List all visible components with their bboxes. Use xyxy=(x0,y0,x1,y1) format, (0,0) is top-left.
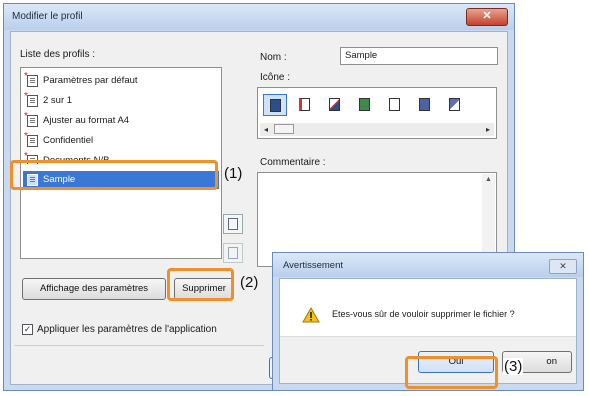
name-input[interactable]: Sample xyxy=(340,47,498,65)
move-down-button[interactable] xyxy=(223,243,243,263)
scroll-left-icon[interactable]: ◂ xyxy=(260,123,272,136)
dialog-title: Modifier le profil xyxy=(12,11,83,22)
icon-option[interactable] xyxy=(413,94,437,116)
highlight-step2 xyxy=(167,268,234,301)
document-icon xyxy=(27,115,38,127)
warning-icon xyxy=(302,307,320,323)
scroll-right-icon[interactable]: ▸ xyxy=(482,123,494,136)
profile-item-label: 2 sur 1 xyxy=(43,95,73,106)
move-up-icon xyxy=(228,218,238,230)
divider xyxy=(14,345,264,346)
show-settings-button[interactable]: Affichage des paramètres xyxy=(22,278,166,300)
highlight-step3 xyxy=(405,356,498,389)
profile-item-label: Paramètres par défaut xyxy=(43,75,138,86)
close-icon[interactable]: ✕ xyxy=(549,259,577,274)
document-icon xyxy=(27,95,38,107)
warning-title-bar[interactable]: Avertissement ✕ xyxy=(273,253,583,277)
profiles-label: Liste des profils : xyxy=(20,49,96,60)
callout-step2: (2) xyxy=(240,274,259,291)
warning-message: Etes-vous sûr de vouloir supprimer le fi… xyxy=(332,309,515,319)
icon-option-selected[interactable] xyxy=(263,94,287,116)
profile-item[interactable]: * Ajuster au format A4 xyxy=(23,112,219,130)
close-icon[interactable]: ✕ xyxy=(466,8,508,26)
icon-label: Icône : xyxy=(260,72,291,83)
callout-step1: (1) xyxy=(224,165,243,182)
profile-item[interactable]: * Paramètres par défaut xyxy=(23,72,219,90)
apply-settings-checkbox[interactable]: ✓ xyxy=(22,324,33,335)
document-icon xyxy=(27,135,38,147)
move-up-button[interactable] xyxy=(223,214,243,234)
icon-option[interactable] xyxy=(353,94,377,116)
comment-label: Commentaire : xyxy=(260,157,326,168)
document-icon xyxy=(27,75,38,87)
highlight-step1 xyxy=(10,160,218,190)
icon-scrollbar[interactable]: ◂ ▸ xyxy=(260,123,494,136)
icon-option[interactable] xyxy=(383,94,407,116)
name-label: Nom : xyxy=(260,52,287,63)
title-bar[interactable]: Modifier le profil ✕ xyxy=(4,4,514,30)
profile-item[interactable]: * 2 sur 1 xyxy=(23,92,219,110)
scroll-thumb[interactable] xyxy=(274,124,294,134)
profile-item-label: Confidentiel xyxy=(43,135,94,146)
icon-option[interactable] xyxy=(323,94,347,116)
profile-item-label: Ajuster au format A4 xyxy=(43,115,130,126)
icon-option[interactable] xyxy=(443,94,467,116)
icon-option[interactable] xyxy=(293,94,317,116)
move-down-icon xyxy=(228,247,238,259)
warning-title: Avertissement xyxy=(283,260,344,271)
apply-settings-label: Appliquer les paramètres de l'applicatio… xyxy=(37,324,217,335)
scroll-up-icon[interactable]: ▲ xyxy=(482,176,495,183)
icon-picker[interactable]: ◂ ▸ xyxy=(257,87,497,139)
profile-item[interactable]: * Confidentiel xyxy=(23,132,219,150)
callout-step3: (3) xyxy=(503,358,524,375)
